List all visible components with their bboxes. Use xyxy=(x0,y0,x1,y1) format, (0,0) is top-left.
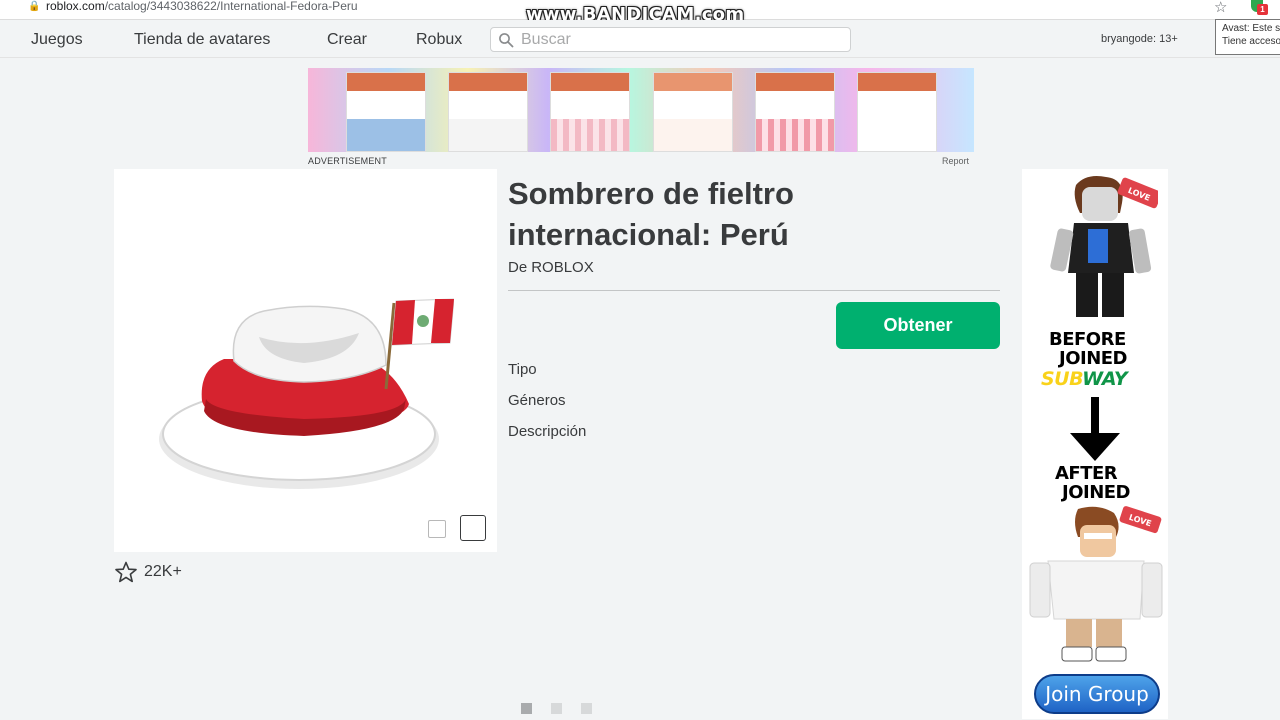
after-text-line2: JOINED xyxy=(1062,482,1131,503)
creator-link[interactable]: ROBLOX xyxy=(531,259,594,276)
tooltip-line-1: Avast: Este s xyxy=(1222,23,1280,34)
bookmark-star-icon[interactable]: ☆ xyxy=(1214,0,1227,16)
before-text-line1: BEFORE xyxy=(1049,329,1126,350)
before-text-line2: JOINED xyxy=(1059,348,1128,369)
detail-label-description: Descripción xyxy=(508,423,587,440)
pagination-dot[interactable] xyxy=(551,703,562,714)
item-thumbnail xyxy=(114,169,497,552)
search-icon xyxy=(499,33,514,48)
detail-label-type: Tipo xyxy=(508,361,537,378)
subway-logo-part1: SUB xyxy=(1041,368,1083,390)
search-input[interactable] xyxy=(521,30,841,49)
ad-shirt-image xyxy=(346,72,426,152)
pagination-dot[interactable] xyxy=(521,703,532,714)
avatar-before-image: LOVE xyxy=(1050,176,1158,317)
item-title: Sombrero de fieltro internacional: Perú xyxy=(508,176,794,252)
ad-shirt-image xyxy=(448,72,528,152)
join-group-button[interactable]: Join Group xyxy=(1034,674,1160,714)
ad-shirt-image xyxy=(857,72,937,152)
top-navigation: Juegos Tienda de avatares Crear Robux br… xyxy=(0,20,1280,58)
url-path: /catalog/3443038622/International-Fedora… xyxy=(104,0,358,13)
notification-badge: 1 xyxy=(1257,4,1268,15)
subway-logo-part2: WAY xyxy=(1082,368,1128,390)
down-arrow-icon xyxy=(1070,397,1120,461)
avatar-after-image: LOVE xyxy=(1029,506,1163,662)
divider xyxy=(508,290,1000,291)
ad-shirt-image xyxy=(755,72,835,152)
nav-item-avatar-shop[interactable]: Tienda de avatares xyxy=(134,31,270,49)
detail-label-genres: Géneros xyxy=(508,392,566,409)
side-ad-banner[interactable]: LOVE BEFORE JOINED SUBWAY AFTER JOINED L… xyxy=(1022,169,1168,719)
fedora-hat-image xyxy=(159,298,454,489)
subway-logo: SUBWAY xyxy=(1041,368,1128,390)
nav-item-create[interactable]: Crear xyxy=(327,31,367,49)
after-text-line1: AFTER xyxy=(1055,463,1118,484)
creator-prefix: De xyxy=(508,259,528,276)
advertisement-label: ADVERTISEMENT xyxy=(308,156,387,166)
pagination-dot[interactable] xyxy=(581,703,592,714)
lock-icon: 🔒 xyxy=(28,1,41,12)
tooltip-line-2: Tiene acceso xyxy=(1222,36,1280,47)
ad-shirt-image xyxy=(550,72,630,152)
url-text[interactable]: roblox.com/catalog/3443038622/Internatio… xyxy=(46,0,358,12)
url-host: roblox.com xyxy=(46,0,105,13)
extension-tooltip: Avast: Este s Tiene acceso xyxy=(1215,19,1280,55)
nav-item-robux[interactable]: Robux xyxy=(416,31,462,49)
get-item-button[interactable]: Obtener xyxy=(836,302,1000,349)
favorite-star-icon[interactable] xyxy=(114,561,138,583)
top-ad-banner[interactable] xyxy=(308,68,974,152)
view-3d-toggle[interactable] xyxy=(460,515,486,541)
view-2d-toggle[interactable] xyxy=(428,520,446,538)
username-label[interactable]: bryangode: 13+ xyxy=(1101,33,1178,45)
avast-extension-icon[interactable]: 1 xyxy=(1251,0,1269,16)
nav-item-games[interactable]: Juegos xyxy=(31,31,83,49)
creator-line: De ROBLOX xyxy=(508,259,594,276)
report-ad-link[interactable]: Report xyxy=(942,156,969,166)
favorite-count: 22K+ xyxy=(144,563,182,580)
search-box[interactable] xyxy=(490,27,851,52)
ad-shirt-image xyxy=(653,72,733,152)
